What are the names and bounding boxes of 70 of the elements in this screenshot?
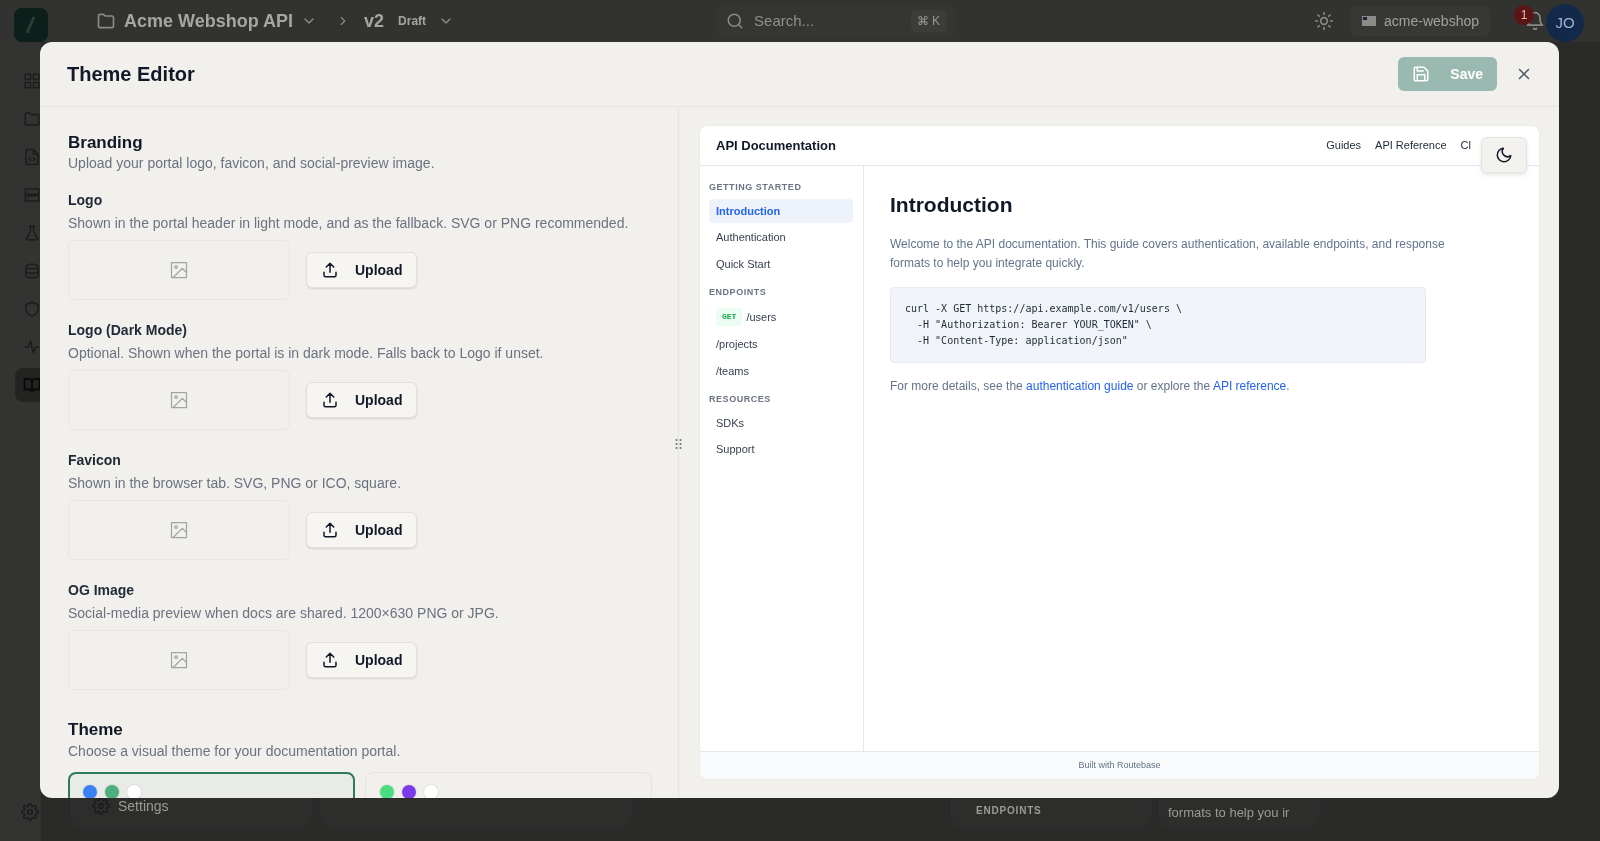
field-description: Optional. Shown when the portal is in dark mode. Falls back to Logo if unset. (68, 344, 545, 364)
field-label: Logo (Dark Mode) (68, 321, 188, 341)
background-text: formats to help you ir (1168, 803, 1290, 822)
section-label: ENDPOINTS (976, 804, 1042, 818)
dialog-title: Theme Editor (67, 62, 195, 86)
sun-icon[interactable] (1314, 11, 1335, 31)
field-description: Social-media preview when docs are shared. 1200×630 PNG or JPG. (68, 604, 500, 624)
section-description: Upload your portal logo, favicon, and social-preview image. (68, 154, 436, 174)
upload-button[interactable]: Upload (306, 512, 418, 549)
sidebar-item[interactable]: Authentication (709, 225, 853, 250)
book-icon[interactable] (15, 368, 41, 402)
settings-label: Settings (118, 796, 169, 816)
image-icon (169, 390, 189, 411)
version-label[interactable]: v2 (364, 7, 385, 35)
moon-icon (1495, 146, 1513, 164)
details-paragraph: For more details, see the authentication guide or explore the API reference. (890, 378, 1291, 396)
doc-link[interactable]: authentication guide (1026, 379, 1134, 394)
field-label: OG Image (68, 581, 136, 601)
save-icon (1412, 65, 1431, 83)
upload-icon (321, 521, 339, 540)
theme-toggle-button[interactable] (1481, 137, 1527, 173)
section-title: Theme (68, 720, 124, 741)
org-name: acme-webshop (1384, 11, 1479, 31)
settings-icon (92, 797, 110, 815)
section-description: Choose a visual theme for your documentation portal. (68, 741, 402, 761)
nav-link[interactable]: Guides (1326, 137, 1362, 154)
image-icon (169, 260, 189, 281)
section-title: Branding (68, 133, 144, 154)
method-tag: GET (716, 307, 743, 326)
field-label: Logo (68, 191, 104, 211)
portal-title: API Documentation (716, 136, 836, 155)
image-icon (169, 650, 189, 671)
upload-icon (321, 651, 339, 670)
intro-paragraph: Welcome to the API documentation. This guide covers authentication, available endpoints, and response formats to help you integrate quickly. (890, 236, 1446, 273)
upload-button[interactable]: Upload (306, 382, 418, 419)
folder-icon (96, 11, 116, 31)
user-avatar[interactable]: JO (1546, 4, 1584, 42)
upload-icon (321, 391, 339, 410)
sidebar-item[interactable]: /projects (709, 332, 853, 357)
flag-icon (1362, 16, 1377, 26)
workspace-name[interactable]: Acme Webshop API (124, 7, 294, 35)
upload-button[interactable]: Upload (306, 642, 418, 679)
sidebar-group-title: GETTING STARTED (709, 181, 803, 194)
footer-text: Built with Routebase (1078, 758, 1161, 772)
search-icon (726, 12, 745, 30)
page-heading: Introduction (890, 192, 1014, 218)
sidebar-item[interactable]: /users (746, 306, 777, 327)
field-description: Shown in the browser tab. SVG, PNG or ICO, square. (68, 474, 403, 494)
field-description: Shown in the portal header in light mode, and as the fallback. SVG or PNG recommended. (68, 214, 630, 234)
sidebar-item[interactable]: Support (709, 437, 853, 462)
sidebar-group-title: ENDPOINTS (709, 286, 768, 299)
image-icon (169, 520, 189, 541)
sidebar-item[interactable]: Introduction (709, 198, 853, 223)
bell-icon[interactable] (1525, 11, 1545, 31)
notification-badge: 1 (1514, 5, 1534, 25)
sidebar-item[interactable]: SDKs (709, 410, 853, 435)
field-label: Favicon (68, 451, 122, 471)
nav-link[interactable]: API Reference (1375, 137, 1447, 154)
status-label: Draft (398, 13, 427, 30)
upload-icon (321, 261, 339, 280)
upload-button[interactable]: Upload (306, 252, 418, 289)
code-block: curl -X GET https://api.example.com/v1/users \ -H "Authorization: Bearer YOUR_TOKEN" \ -H "Content-Type: application/json" (890, 287, 1426, 364)
sidebar-item[interactable]: Quick Start (709, 251, 853, 276)
resize-handle[interactable] (675, 438, 682, 450)
search-field[interactable]: Search... (752, 8, 903, 34)
org-switcher[interactable]: acme-webshop (1350, 6, 1491, 36)
shortcut-hint: ⌘ K (910, 10, 947, 32)
nav-link[interactable]: Cl (1460, 137, 1471, 154)
sidebar-group-title: RESOURCES (709, 393, 772, 406)
sidebar-item[interactable]: /teams (709, 358, 853, 383)
